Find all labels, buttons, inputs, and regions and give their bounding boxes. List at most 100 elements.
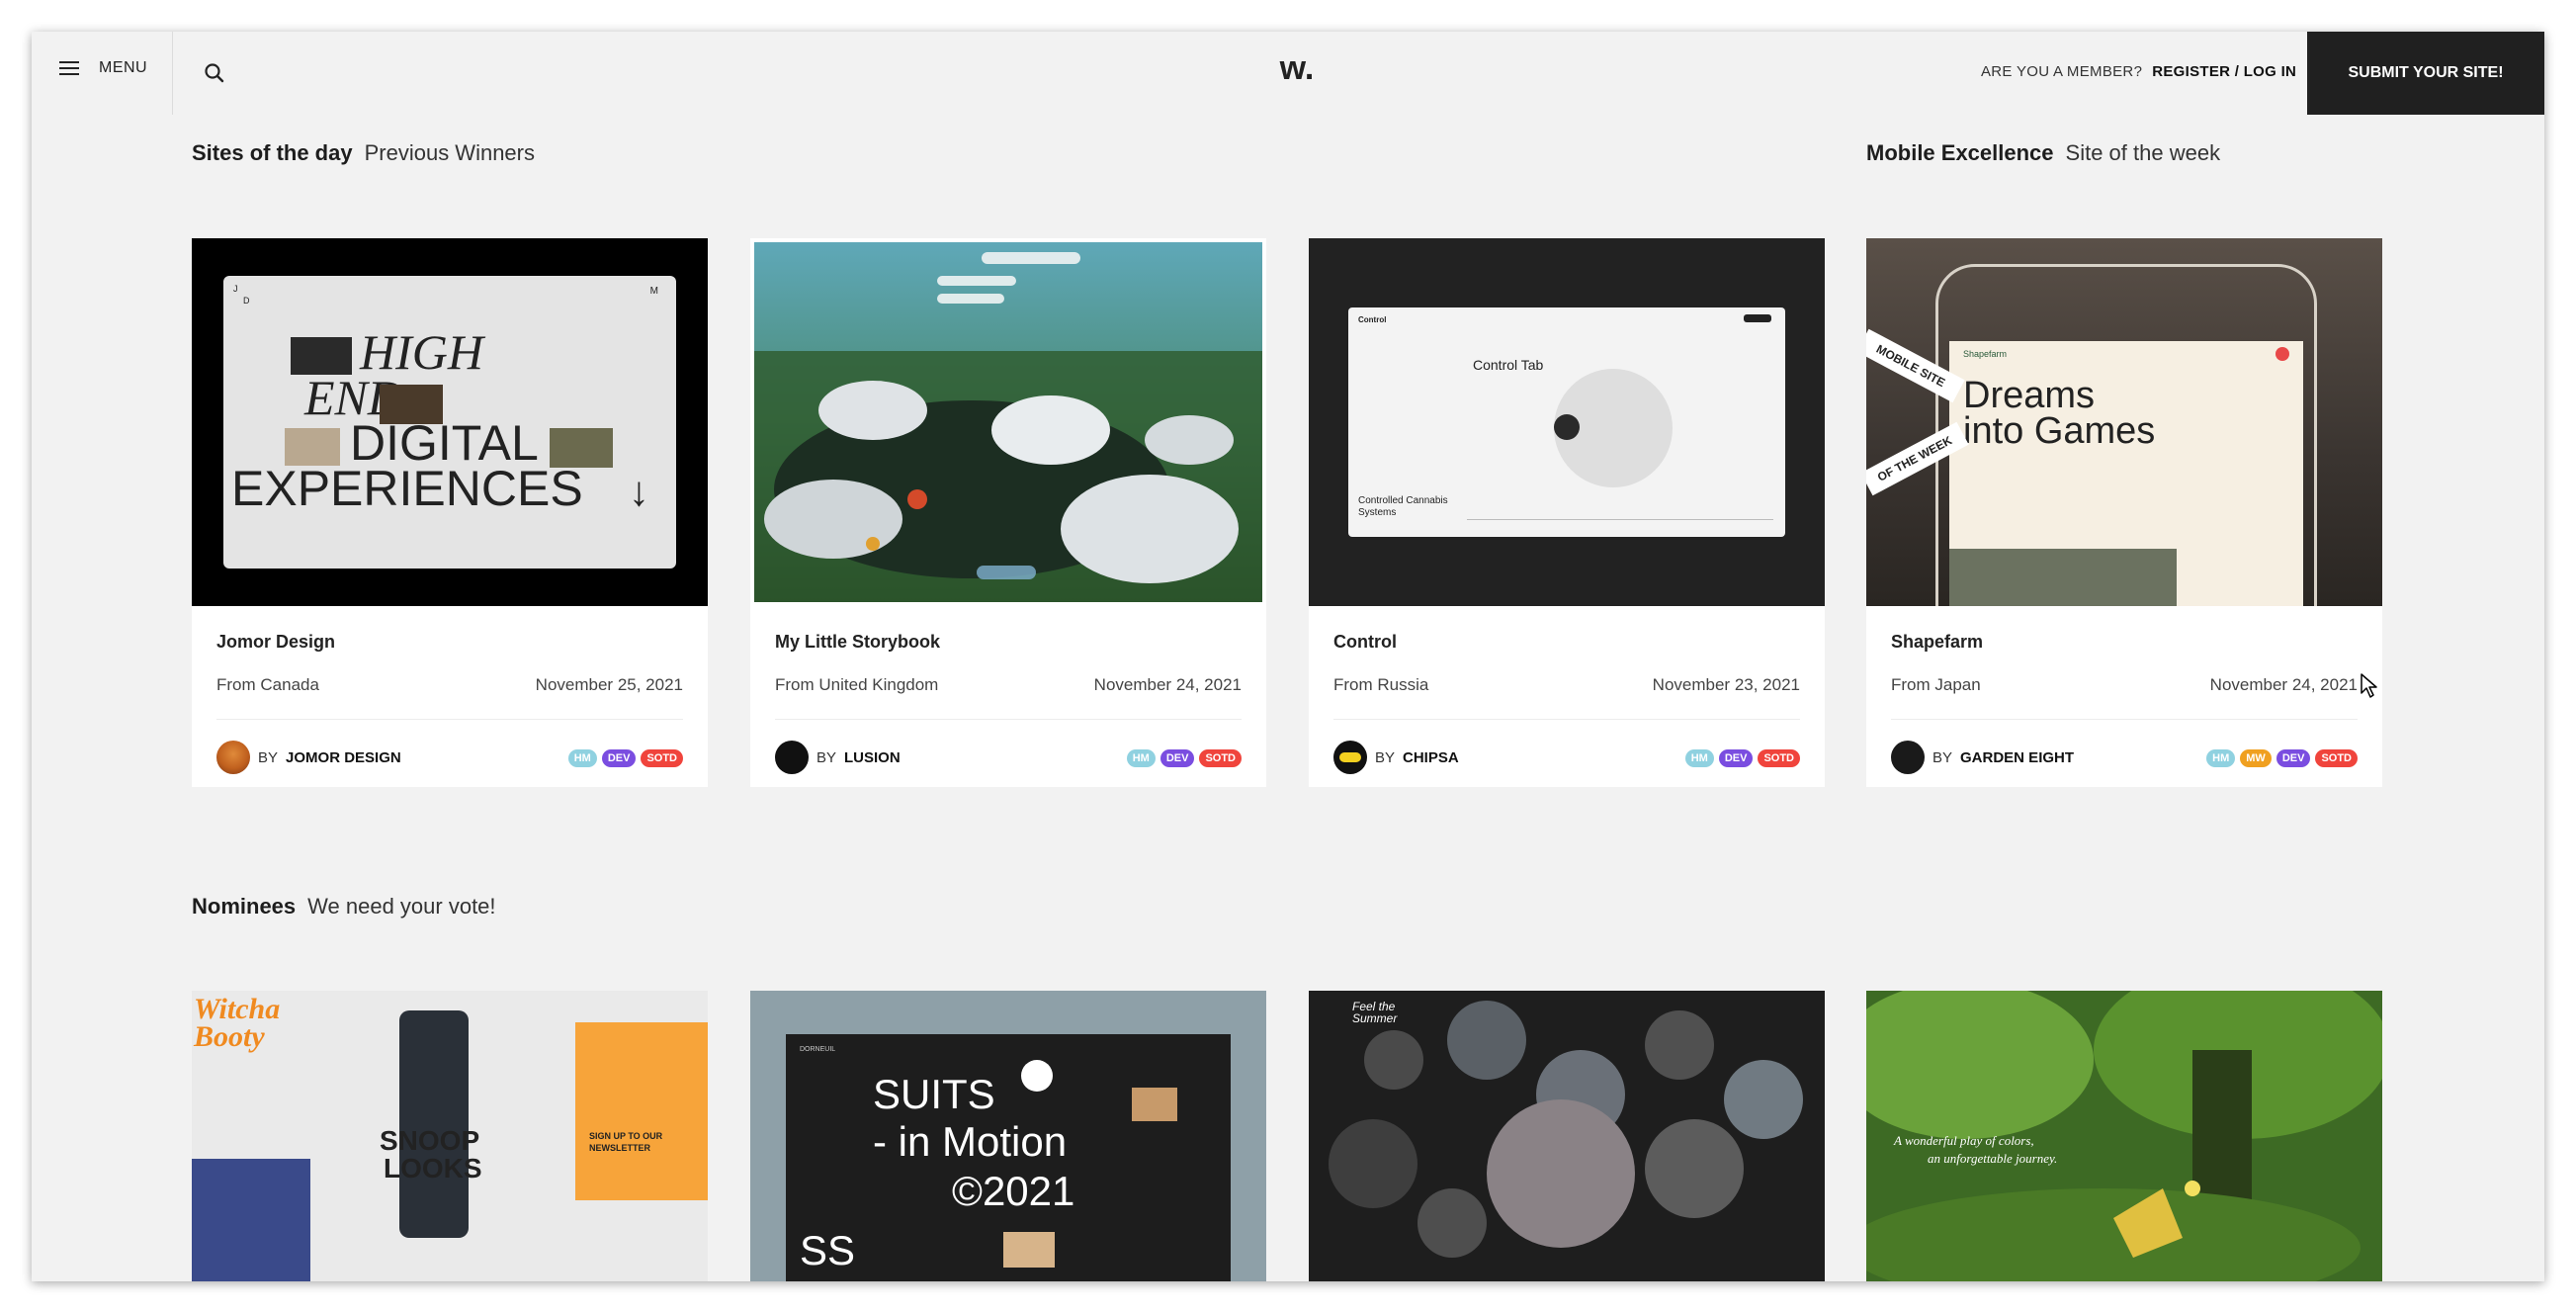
avatar — [775, 741, 809, 774]
badge-dev: DEV — [1159, 749, 1195, 767]
header-divider — [172, 32, 173, 115]
site-thumbnail[interactable] — [750, 238, 1266, 606]
arrow-down-icon: ↓ — [629, 468, 649, 514]
menu-label: MENU — [99, 59, 148, 76]
section-subtitle: Site of the week — [2065, 140, 2221, 165]
thumb-text: DORNEUIL — [800, 1046, 836, 1053]
browser-page: MENU w. ARE YOU A MEMBER? REGISTER / LOG… — [32, 32, 2544, 1281]
thumb-line — [1467, 519, 1773, 520]
site-thumbnail: A wonderful play of colors, an unforgett… — [1866, 991, 2382, 1281]
site-country: From Russia — [1333, 675, 1429, 694]
badge-hm: HM — [567, 749, 597, 767]
author-name: CHIPSA — [1403, 748, 1459, 766]
thumb-text: NEWSLETTER — [589, 1143, 650, 1153]
site-thumbnail[interactable]: J D M HIGH END DIGITAL EXPERIENCES ↓ — [192, 238, 708, 606]
thumb-text: Booty — [194, 1020, 265, 1053]
thumb-text: Shapefarm — [1963, 349, 2008, 359]
site-date: November 24, 2021 — [2209, 675, 2358, 694]
site-thumbnail: Witcha Booty SNOOP LOOKS SIGN UP TO OUR … — [192, 991, 708, 1281]
search-icon[interactable] — [202, 60, 227, 86]
site-name[interactable]: Jomor Design — [216, 632, 335, 653]
nominees-heading: Nominees We need your vote! — [192, 894, 496, 920]
member-question: ARE YOU A MEMBER? — [1981, 63, 2143, 80]
badge-dev: DEV — [1718, 749, 1754, 767]
nominee-card[interactable]: Witcha Booty SNOOP LOOKS SIGN UP TO OUR … — [192, 991, 708, 1281]
site-thumbnail: Feel the Summer — [1309, 991, 1825, 1281]
thumb-dot — [1021, 1060, 1053, 1092]
thumb-text: ©2021 — [952, 1168, 1075, 1214]
nominee-card[interactable]: A wonderful play of colors, an unforgett… — [1866, 991, 2382, 1281]
hamburger-icon — [59, 61, 79, 75]
thumb-knob — [1554, 414, 1580, 440]
author-link[interactable]: BY CHIPSA — [1333, 741, 1459, 774]
card-divider — [1333, 719, 1800, 720]
site-logo[interactable]: w. — [1267, 49, 1327, 88]
avatar — [1891, 741, 1925, 774]
thumb-photo — [192, 1159, 310, 1281]
site-header: MENU w. ARE YOU A MEMBER? REGISTER / LOG… — [32, 32, 2544, 115]
thumb-text: SNOOP — [380, 1125, 480, 1156]
card-divider — [775, 719, 1242, 720]
by-label: BY — [1932, 748, 1953, 766]
thumb-dot — [2275, 347, 2289, 361]
thumb-text: EXPERIENCES — [231, 461, 583, 516]
site-name[interactable]: Control — [1333, 632, 1397, 653]
site-thumbnail[interactable]: Control Control Tab Controlled Cannabis … — [1309, 238, 1825, 606]
card-divider — [216, 719, 683, 720]
menu-button[interactable]: MENU — [59, 59, 147, 77]
thumb-scene — [754, 242, 1262, 602]
thumb-panel: SIGN UP TO OUR NEWSLETTER — [575, 1022, 708, 1200]
section-title: Mobile Excellence — [1866, 140, 2054, 165]
site-card: J D M HIGH END DIGITAL EXPERIENCES ↓ Jom… — [192, 238, 708, 787]
author-name: GARDEN EIGHT — [1960, 748, 2075, 766]
avatar — [1333, 741, 1367, 774]
award-badges: HM DEV SOTD — [567, 749, 683, 767]
site-card: My Little Storybook From United Kingdom … — [750, 238, 1266, 787]
thumb-photo — [399, 1010, 469, 1238]
by-label: BY — [816, 748, 837, 766]
thumb-screen: Shapefarm Dreams into Games — [1949, 341, 2303, 606]
thumb-text: - in Motion — [873, 1118, 1068, 1165]
badge-sotd: SOTD — [1758, 749, 1800, 767]
thumb-text: LOOKS — [384, 1153, 482, 1183]
site-name[interactable]: Shapefarm — [1891, 632, 1983, 653]
site-date: November 24, 2021 — [1093, 675, 1242, 694]
thumb-photo — [1949, 549, 2177, 606]
author-link[interactable]: BY LUSION — [775, 741, 901, 774]
thumb-text: Control Tab — [1473, 357, 1544, 373]
thumb-text: D — [243, 296, 250, 306]
badge-sotd: SOTD — [641, 749, 683, 767]
site-name[interactable]: My Little Storybook — [775, 632, 940, 653]
award-badges: HM DEV SOTD — [1126, 749, 1242, 767]
author-name: LUSION — [844, 748, 901, 766]
nominee-card[interactable]: DORNEUIL SUITS - in Motion ©2021 SS — [750, 991, 1266, 1281]
card-divider — [1891, 719, 2358, 720]
thumb-photo — [1003, 1232, 1055, 1268]
register-login-link[interactable]: REGISTER / LOG IN — [2152, 63, 2296, 80]
thumb-text: A wonderful play of colors, — [1894, 1133, 2034, 1148]
thumb-screen: DORNEUIL SUITS - in Motion ©2021 SS — [786, 1034, 1231, 1281]
thumb-text: Feel the Summer — [1352, 1000, 1398, 1025]
thumb-text: into Games — [1963, 410, 2156, 452]
site-thumbnail[interactable]: Shapefarm Dreams into Games MOBILE SITE … — [1866, 238, 2382, 606]
site-card: Control Control Tab Controlled Cannabis … — [1309, 238, 1825, 787]
thumb-screen: J D M HIGH END DIGITAL EXPERIENCES ↓ — [223, 276, 676, 569]
badge-mw: MW — [2240, 749, 2272, 767]
thumb-text: Control — [1358, 315, 1387, 324]
site-country: From Canada — [216, 675, 319, 694]
submit-site-button[interactable]: SUBMIT YOUR SITE! — [2307, 32, 2544, 115]
previous-winners-link[interactable]: Previous Winners — [365, 140, 535, 166]
author-name: JOMOR DESIGN — [286, 748, 401, 766]
thumb-text: M — [649, 286, 658, 297]
section-title: Sites of the day — [192, 140, 353, 165]
badge-hm: HM — [2206, 749, 2236, 767]
author-link[interactable]: BY JOMOR DESIGN — [216, 741, 401, 774]
nominee-card[interactable]: Feel the Summer — [1309, 991, 1825, 1281]
badge-sotd: SOTD — [2315, 749, 2358, 767]
avatar — [216, 741, 250, 774]
thumb-photo — [1132, 1088, 1177, 1121]
author-link[interactable]: BY GARDEN EIGHT — [1891, 741, 2074, 774]
sites-of-the-day-heading: Sites of the day Previous Winners — [192, 140, 535, 166]
site-date: November 25, 2021 — [535, 675, 683, 694]
badge-sotd: SOTD — [1199, 749, 1242, 767]
